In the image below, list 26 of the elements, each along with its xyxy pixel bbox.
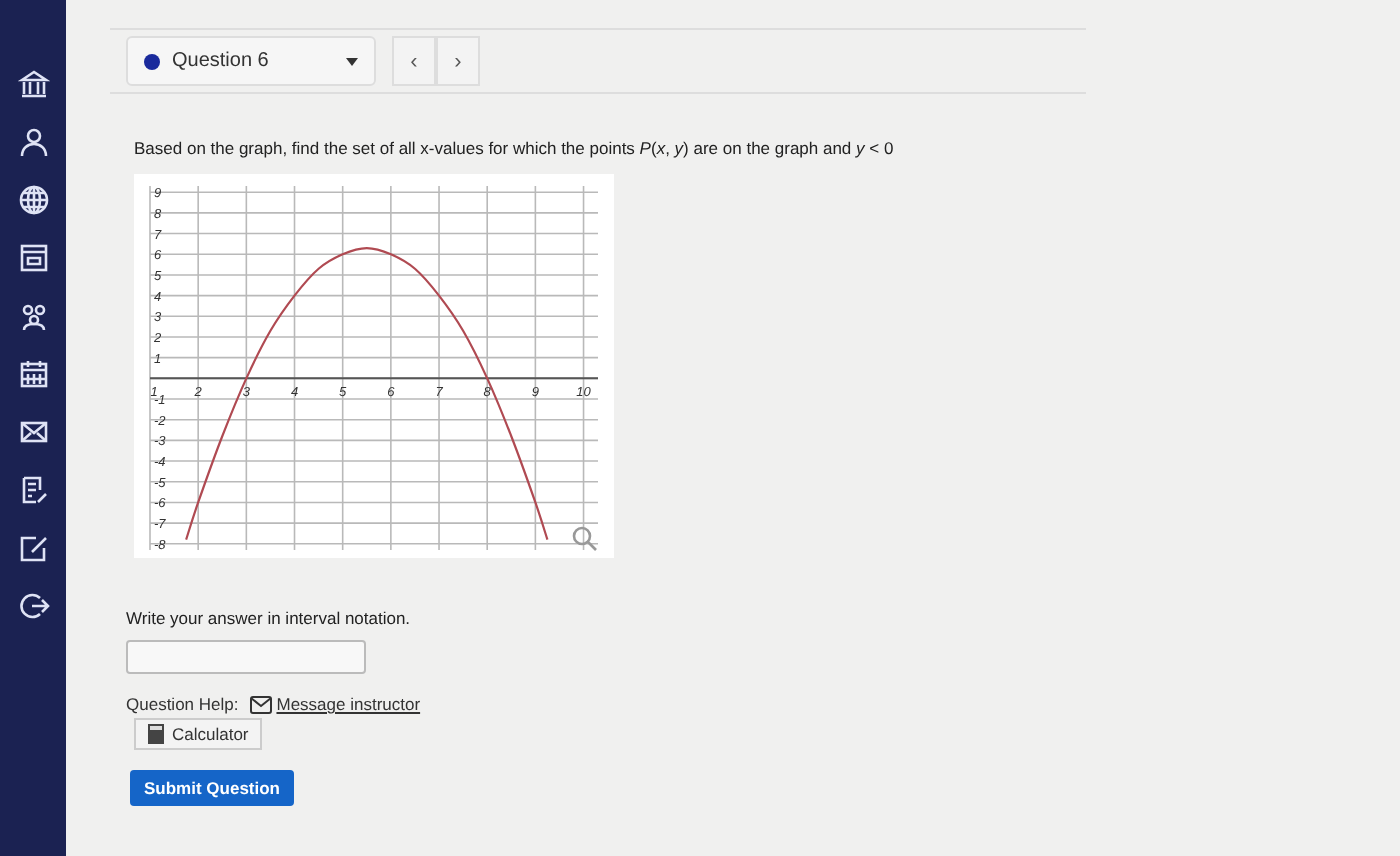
calendar-icon[interactable] [17,358,49,390]
previous-button[interactable]: ‹ [392,36,436,86]
edit-icon[interactable] [17,532,49,564]
window-icon[interactable] [17,242,49,274]
calculator-button[interactable]: Calculator [134,718,263,750]
mail-icon [250,695,273,713]
globe-icon[interactable] [17,184,49,216]
person-icon[interactable] [17,126,49,158]
logout-icon[interactable] [17,590,49,622]
document-icon[interactable] [17,474,49,506]
help-label: Question Help: [126,694,239,714]
answer-field[interactable] [126,640,366,674]
zoom-icon[interactable] [572,526,597,551]
instruction-text: Write your answer in interval notation. [126,608,411,628]
calculator-icon [148,724,164,744]
question-dropdown[interactable]: Question 6 [126,36,376,86]
question-text: Based on the graph, find the set of all x-values for which the points P(x, y) are on the graph and y < 0 [134,138,894,158]
message-instructor-link[interactable]: Message instructor [250,694,421,714]
people-icon[interactable] [17,300,49,332]
submit-button[interactable]: Submit Question [130,770,294,806]
next-button[interactable]: › [436,36,480,86]
bank-icon[interactable] [17,68,49,100]
question-label: Question 6 [172,50,271,72]
caret-icon [346,57,358,65]
mail-icon[interactable] [17,416,49,448]
dot-icon [144,53,160,69]
